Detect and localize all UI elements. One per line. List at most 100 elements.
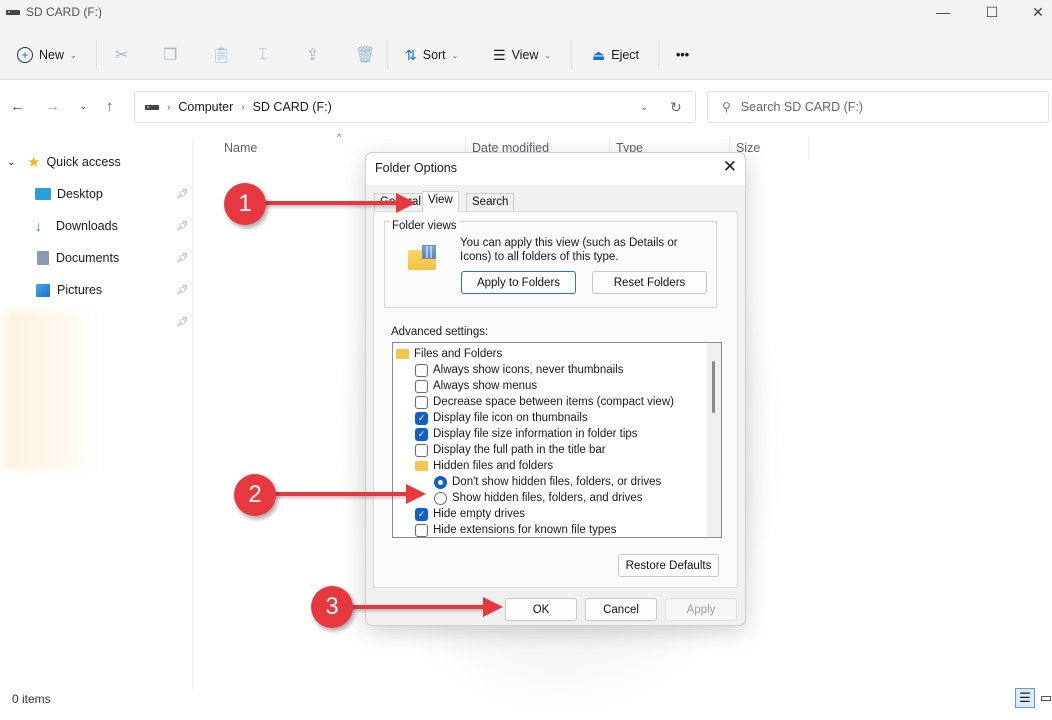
ok-button[interactable]: OK: [505, 598, 577, 621]
pin-icon[interactable]: 📌︎: [176, 317, 189, 328]
rename-icon[interactable]: ⌶: [258, 46, 268, 64]
dialog-header: Folder Options ✕: [366, 153, 745, 185]
scrollbar-thumb[interactable]: [712, 361, 715, 413]
checkbox[interactable]: [415, 363, 428, 377]
setting-row[interactable]: ✓ Display file icon on thumbnails: [415, 410, 588, 426]
paste-icon[interactable]: 📋︎: [211, 45, 231, 65]
checkbox[interactable]: [415, 395, 428, 409]
sidebar-item-documents[interactable]: Documents 📌︎: [0, 246, 193, 270]
checkbox[interactable]: [415, 443, 428, 457]
apply-to-folders-button[interactable]: Apply to Folders: [461, 271, 576, 294]
search-box[interactable]: ⚲ Search SD CARD (F:): [707, 91, 1049, 123]
address-dropdown-icon[interactable]: ⌄: [640, 102, 648, 113]
back-arrow-icon[interactable]: ←: [10, 98, 25, 115]
search-input[interactable]: Search SD CARD (F:): [741, 100, 863, 114]
divider: [571, 40, 572, 70]
setting-label: Display file size information in folder …: [433, 428, 638, 440]
setting-row[interactable]: Show hidden files, folders, and drives: [434, 490, 643, 506]
setting-label: Hide empty drives: [433, 508, 526, 520]
tab-view[interactable]: View: [422, 191, 459, 212]
chevron-down-icon: ⌄: [544, 50, 552, 60]
pictures-icon: [36, 283, 50, 297]
pin-icon[interactable]: 📌︎: [176, 253, 189, 264]
pin-icon[interactable]: 📌︎: [176, 221, 189, 232]
setting-row[interactable]: Decrease space between items (compact vi…: [415, 394, 674, 410]
refresh-icon[interactable]: ↻: [670, 99, 682, 116]
minimize-button[interactable]: —: [920, 2, 966, 22]
setting-label: Show hidden files, folders, and drives: [452, 492, 643, 504]
eject-button[interactable]: ⏏ Eject: [592, 42, 639, 68]
new-button[interactable]: + New ⌄: [17, 42, 77, 68]
share-icon[interactable]: ⇪: [306, 45, 319, 65]
copy-icon[interactable]: ❐: [163, 45, 177, 65]
divider: [387, 40, 388, 70]
breadcrumb-chevron-icon: ›: [241, 101, 245, 113]
setting-row[interactable]: Hide extensions for known file types: [415, 522, 616, 537]
up-arrow-icon[interactable]: ↑: [106, 98, 114, 115]
dialog-close-icon[interactable]: ✕: [723, 157, 737, 177]
column-header-name[interactable]: Name: [224, 141, 257, 155]
pin-icon[interactable]: 📌︎: [176, 189, 189, 200]
reset-folders-button[interactable]: Reset Folders: [592, 271, 707, 294]
sort-button[interactable]: ⇅ Sort ⌄: [405, 42, 458, 68]
scrollbar[interactable]: [707, 343, 721, 537]
command-bar: + New ⌄ ✂ ❐ 📋︎ ⌶ ⇪ 🗑︎ ⇅ Sort ⌄ ☰ View ⌄ …: [0, 32, 1052, 80]
radio-button[interactable]: [434, 475, 447, 489]
checkbox[interactable]: ✓: [415, 411, 428, 425]
delete-icon[interactable]: 🗑︎: [355, 45, 375, 65]
address-bar[interactable]: › Computer › SD CARD (F:) ⌄ ↻: [134, 91, 696, 123]
advanced-settings-label: Advanced settings:: [391, 326, 489, 338]
forward-arrow-icon[interactable]: →: [45, 98, 60, 115]
sort-icon: ⇅: [405, 46, 417, 63]
checkbox[interactable]: ✓: [415, 507, 428, 521]
restore-defaults-button[interactable]: Restore Defaults: [618, 554, 719, 577]
setting-label: Hidden files and folders: [433, 460, 554, 472]
apply-button[interactable]: Apply: [665, 598, 737, 621]
column-divider[interactable]: [808, 136, 809, 160]
tiles-view-button[interactable]: ▭: [1036, 688, 1052, 708]
sidebar-item-pictures[interactable]: Pictures 📌︎: [0, 278, 193, 302]
annotation-arrow-3: [345, 605, 485, 609]
sidebar-item-downloads[interactable]: ↓ Downloads 📌︎: [0, 214, 193, 238]
plus-circle-icon: +: [17, 47, 33, 63]
pin-icon[interactable]: 📌︎: [176, 285, 189, 296]
title-bar: SD CARD (F:) — ☐ ✕: [0, 0, 1052, 32]
window-title: SD CARD (F:): [6, 5, 102, 19]
sidebar-item-desktop[interactable]: Desktop 📌︎: [0, 182, 193, 206]
search-icon: ⚲: [722, 100, 731, 114]
folder-icon: [396, 349, 409, 359]
cut-icon[interactable]: ✂: [115, 45, 128, 65]
folder-view-icon: [408, 245, 438, 271]
setting-row[interactable]: Always show icons, never thumbnails: [415, 362, 623, 378]
setting-row[interactable]: Display the full path in the title bar: [415, 442, 606, 458]
setting-row: Files and Folders: [396, 346, 502, 362]
sidebar-item-quick-access[interactable]: ⌄ ★ Quick access: [0, 150, 193, 174]
annotation-arrowhead-1: [396, 193, 416, 213]
details-view-button[interactable]: ☰: [1015, 688, 1035, 708]
setting-label: Display file icon on thumbnails: [433, 412, 588, 424]
tab-search[interactable]: Search: [466, 193, 515, 211]
setting-row[interactable]: Always show menus: [415, 378, 537, 394]
maximize-button[interactable]: ☐: [969, 2, 1015, 22]
breadcrumb-computer[interactable]: Computer: [178, 100, 233, 114]
recent-locations-chevron-icon[interactable]: ⌄: [79, 101, 87, 112]
view-button[interactable]: ☰ View ⌄: [493, 42, 551, 68]
checkbox[interactable]: [415, 379, 428, 393]
chevron-down-icon: ⌄: [70, 50, 77, 60]
setting-row[interactable]: ✓ Hide empty drives: [415, 506, 525, 522]
tiles-view-icon: ▭: [1039, 690, 1052, 705]
view-lines-icon: ☰: [493, 46, 506, 63]
checkbox[interactable]: [415, 523, 428, 537]
checkbox[interactable]: ✓: [415, 427, 428, 441]
advanced-settings-list[interactable]: Files and Folders Always show icons, neve…: [392, 342, 722, 538]
close-button[interactable]: ✕: [1015, 2, 1052, 22]
chevron-down-icon[interactable]: ⌄: [7, 157, 27, 168]
annotation-arrow-2: [268, 492, 408, 496]
folder-views-legend: Folder views: [390, 220, 459, 232]
setting-row[interactable]: ✓ Display file size information in folder…: [415, 426, 638, 442]
setting-row[interactable]: Don't show hidden files, folders, or dri…: [434, 474, 661, 490]
cancel-button[interactable]: Cancel: [585, 598, 657, 621]
radio-button[interactable]: [434, 491, 447, 505]
more-options-button[interactable]: •••: [676, 42, 689, 68]
breadcrumb-sd-card[interactable]: SD CARD (F:): [253, 100, 332, 114]
